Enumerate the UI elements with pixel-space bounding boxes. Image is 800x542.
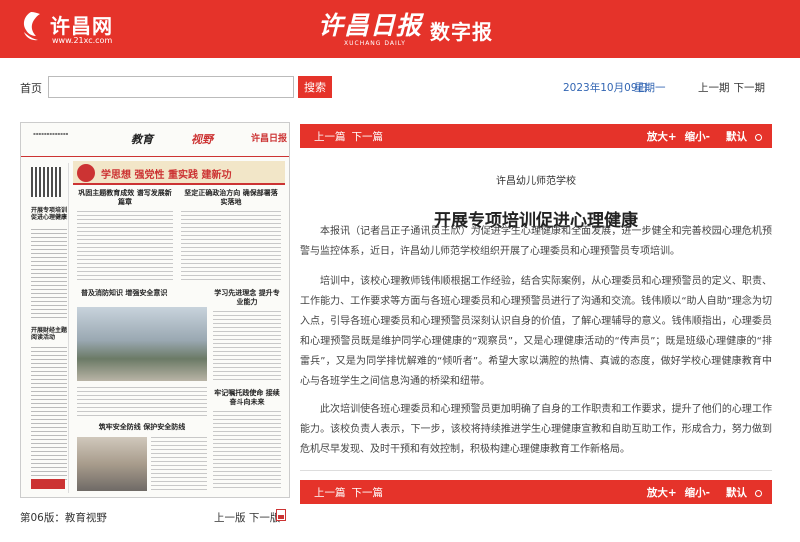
site-url: www.21xc.com [52,36,113,45]
thumbnail-text-block [31,347,67,483]
thumbnail-text-block [77,211,173,283]
thumbnail-sidebar: 开展专项培训 促进心理健康 开展财经主题 阅读活动 [29,163,69,493]
thumbnail-photo [77,437,147,491]
thumbnail-meta: ▪▪▪▪▪▪▪▪▪▪▪▪▪ [33,131,69,136]
thumbnail-section-name: 教育 [131,133,153,146]
prev-page-link[interactable]: 上一版 [214,512,246,524]
thumbnail-text-block [213,411,281,491]
font-size-tools: 放大+ 缩小- 默认 [639,129,762,144]
prev-article-link[interactable]: 上一篇 [314,487,346,499]
site-name: 许昌网 [50,14,113,38]
article-divider [300,470,772,471]
article-toolbar-bottom: 上一篇 下一篇 放大+ 缩小- 默认 [300,480,772,504]
pdf-download-icon[interactable] [276,509,286,521]
article-paragraph: 培训中，该校心理教师钱伟顺根据工作经验，结合实际案例，从心理委员和心理预警员的定… [300,276,772,387]
site-logo[interactable]: 许昌网 www.21xc.com [18,8,138,48]
edition-weekday: 星期一 [634,82,666,94]
reset-font-button[interactable]: 默认 [718,487,762,499]
thumbnail-text-block [31,229,67,319]
thumbnail-masthead: ▪▪▪▪▪▪▪▪▪▪▪▪▪ 教育 视野 许昌日报 [21,123,289,157]
zoom-out-button[interactable]: 缩小- [685,131,710,143]
thumbnail-sidebar-title[interactable]: 开展财经主题 阅读活动 [31,327,67,341]
thumbnail-headline[interactable]: 学习先进理念 提升专业能力 [213,289,281,307]
site-header: 许昌网 www.21xc.com 许昌日报 XUCHANG DAILY 数字报 [0,0,800,58]
zoom-out-button[interactable]: 缩小- [685,487,710,499]
thumbnail-text-block [77,387,207,417]
thumbnail-section-sub: 视野 [191,133,213,146]
thumbnail-brand: 许昌日报 [251,134,288,144]
reset-circle-icon [755,133,762,141]
thumbnail-photo [77,307,207,381]
toolbar: 首页 搜索 2023年10月09日 星期一 上一期 下一期 [0,74,800,102]
qr-code-icon [31,167,61,197]
thumbnail-sidebar-title[interactable]: 开展专项培训 促进心理健康 [31,207,67,221]
article-toolbar-top: 上一篇 下一篇 放大+ 缩小- 默认 [300,124,772,148]
font-size-tools: 放大+ 缩小- 默认 [639,485,762,500]
thumbnail-text-block [181,211,281,283]
search-input[interactable] [48,76,294,98]
search-button[interactable]: 搜索 [298,76,332,98]
thumbnail-headline[interactable]: 普及消防知识 增强安全意识 [81,289,201,298]
next-article-link[interactable]: 下一篇 [352,487,384,499]
home-link[interactable]: 首页 [20,80,42,96]
thumbnail-headline[interactable]: 牢记嘱托践使命 接续奋斗向未来 [213,389,281,407]
reset-font-label: 默认 [726,487,747,499]
page-thumbnail[interactable]: ▪▪▪▪▪▪▪▪▪▪▪▪▪ 教育 视野 许昌日报 开展专项培训 促进心理健康 开… [20,122,290,498]
paper-logo[interactable]: 许昌日报 XUCHANG DAILY [318,6,421,50]
paper-name: 许昌日报 [318,11,423,40]
page-label: 第06版：教育视野 [20,512,107,524]
thumbnail-text-block [213,311,281,381]
xuchang-net-logo-icon [23,12,40,41]
prev-article-link[interactable]: 上一篇 [314,131,346,143]
thumbnail-headline[interactable]: 坚定正确政治方向 确保部署落实落地 [181,189,281,207]
thumbnail-headline[interactable]: 巩固主题教育成效 谱写发展新篇章 [77,189,173,207]
zoom-in-button[interactable]: 放大+ [647,487,677,499]
digital-edition-label: 数字报 [430,20,493,44]
thumbnail-text-block [151,437,207,491]
thumbnail-footer-logo [31,479,65,489]
article-paragraph: 本报讯（记者吕正子通讯员王欣）为促进学生心理健康和全面发展，进一步健全和完善校园… [300,226,772,257]
reset-font-label: 默认 [726,131,747,143]
article-nav: 上一篇 下一篇 [314,485,389,500]
prev-edition-link[interactable]: 上一期 [698,82,730,94]
thumbnail-banner-text: 学思想 强党性 重实践 建新功 [101,170,232,181]
party-emblem-icon [77,164,95,182]
paper-name-en: XUCHANG DAILY [344,40,406,47]
article-nav: 上一篇 下一篇 [314,129,389,144]
page-nav: 上一版 下一版 [214,510,280,525]
reset-circle-icon [755,489,762,497]
reset-font-button[interactable]: 默认 [718,131,762,143]
article-paragraph: 此次培训使各班心理委员和心理预警员更加明确了自身的工作职责和工作要求，提升了他们… [300,404,772,455]
thumbnail-headline[interactable]: 筑牢安全防线 保护安全防线 [77,423,207,432]
thumbnail-banner: 学思想 强党性 重实践 建新功 [73,161,285,185]
next-article-link[interactable]: 下一篇 [352,131,384,143]
edition-nav: 上一期 下一期 [698,80,769,95]
zoom-in-button[interactable]: 放大+ [647,131,677,143]
article-kicker: 许昌幼儿师范学校 [496,176,576,187]
next-edition-link[interactable]: 下一期 [734,82,766,94]
